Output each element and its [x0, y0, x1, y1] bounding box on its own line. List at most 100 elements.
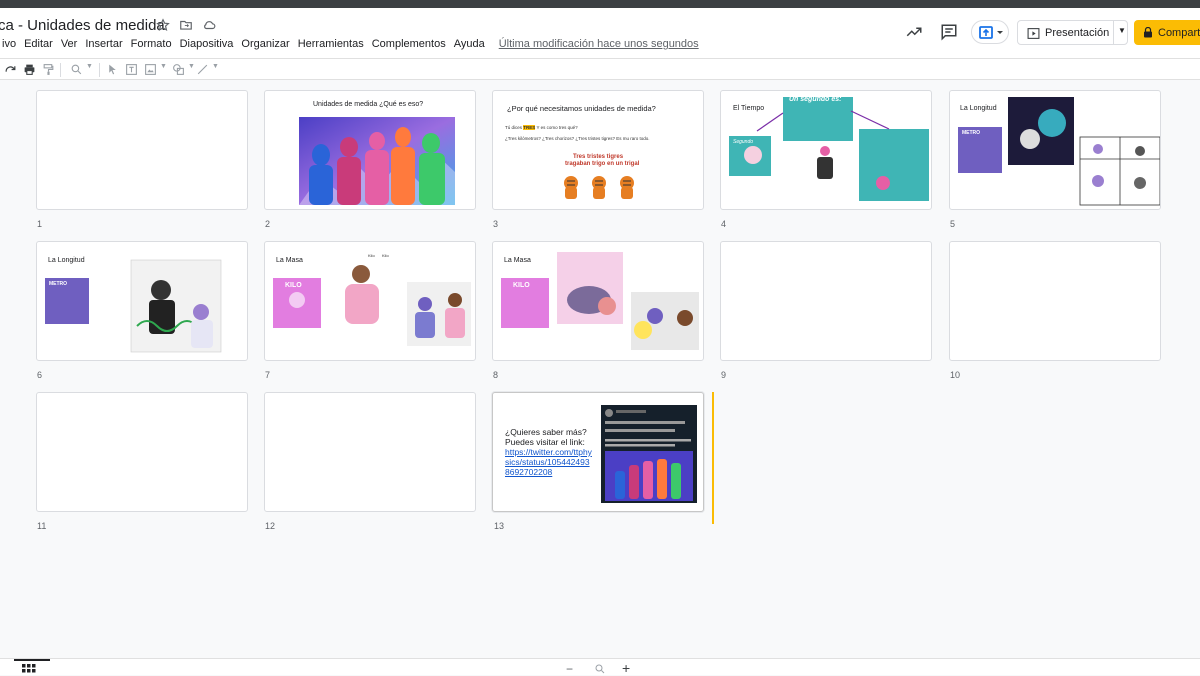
slide-3-line-2: ¿Tres kilómetros? ¿Tres chorizos? ¿Tres …	[505, 136, 650, 141]
zoom-search-icon[interactable]	[594, 663, 606, 675]
slide-7-kilo: KILO	[285, 282, 302, 289]
menu-formato[interactable]: Formato	[127, 38, 176, 50]
slide-3-tongue-twister-2: tragaban trigo en un trigal	[565, 161, 640, 167]
present-dropdown-icon[interactable]: ▼	[1118, 26, 1126, 35]
slide-7-label-2: Kilo	[382, 253, 389, 258]
slide-13-link[interactable]: https://twitter.com/ttphysics/status/105…	[505, 447, 593, 477]
slide-number-5: 5	[950, 219, 956, 229]
present-separator	[1113, 21, 1114, 44]
cloud-status-icon[interactable]	[202, 18, 216, 32]
slide-number-7: 7	[265, 370, 271, 380]
image-icon[interactable]	[144, 63, 157, 76]
slide-4-banner: Un segundo es:	[789, 96, 842, 103]
slide-number-11: 11	[37, 521, 47, 531]
share-label: Compart	[1158, 26, 1200, 39]
slide-number-3: 3	[493, 219, 499, 229]
title-icons	[156, 18, 216, 32]
slide-number-2: 2	[265, 219, 271, 229]
menu-organizar[interactable]: Organizar	[237, 38, 293, 50]
move-folder-icon[interactable]	[179, 18, 193, 32]
insertion-cursor	[712, 392, 714, 524]
menu-complementos[interactable]: Complementos	[368, 38, 450, 50]
slide-4-sign: Segundo	[733, 139, 754, 145]
slide-thumb-8[interactable]: La Masa KILO	[492, 241, 704, 361]
slide-number-4: 4	[721, 219, 727, 229]
document-title[interactable]: ca - Unidades de medida	[0, 17, 165, 34]
redo-icon[interactable]	[4, 63, 17, 76]
zoom-dropdown-icon[interactable]: ▼	[86, 63, 99, 76]
bottom-bar: − +	[0, 658, 1200, 676]
slide-number-8: 8	[493, 370, 499, 380]
toolbar-separator	[99, 63, 100, 77]
menu-diapositiva[interactable]: Diapositiva	[176, 38, 238, 50]
slide-3-line-1: Tú dices TRES Y es como tres qué?	[505, 125, 578, 130]
slide-thumb-7[interactable]: La Masa KILO Kilo Kilo	[264, 241, 476, 361]
select-cursor-icon[interactable]	[106, 63, 119, 76]
browser-top-strip	[0, 0, 1200, 8]
slide-number-12: 12	[265, 521, 276, 531]
slide-thumb-10[interactable]	[949, 241, 1161, 361]
slide-5-logo: METRO	[962, 130, 981, 136]
menu-archivo[interactable]: ivo	[0, 38, 20, 50]
new-slide-icon	[979, 26, 1003, 39]
text-box-icon[interactable]	[125, 63, 138, 76]
last-modified-link[interactable]: Última modificación hace unos segundos	[499, 38, 699, 50]
slide-13-visit: Puedes visitar el link:	[505, 437, 585, 447]
slide-number-1: 1	[37, 219, 43, 229]
slide-4-graphics	[729, 97, 929, 201]
print-icon[interactable]	[23, 63, 36, 76]
grid-view-indicator	[14, 659, 50, 661]
slide-thumb-6[interactable]: La Longitud METRO	[36, 241, 248, 361]
slide-thumb-1[interactable]	[36, 90, 248, 210]
toolbar: ▼ ▼ ▼ ▼	[0, 58, 1200, 80]
slide-thumb-13[interactable]: ¿Quieres saber más? Puedes visitar el li…	[492, 392, 704, 512]
line-icon[interactable]	[196, 63, 209, 76]
slide-13-question: ¿Quieres saber más?	[505, 427, 587, 437]
slide-7-label-1: Kilo	[368, 253, 375, 258]
comment-icon[interactable]	[940, 23, 958, 41]
slide-6-logo: METRO	[49, 281, 68, 287]
slide-6-graphics	[45, 259, 222, 353]
grid-view-icon[interactable]	[22, 664, 36, 674]
line-dropdown-icon[interactable]: ▼	[212, 63, 225, 76]
menu-herramientas[interactable]: Herramientas	[294, 38, 368, 50]
slide-thumb-3[interactable]: ¿Por qué necesitamos unidades de medida?…	[492, 90, 704, 210]
slide-3-title: ¿Por qué necesitamos unidades de medida?	[507, 104, 656, 113]
slide-thumb-9[interactable]	[720, 241, 932, 361]
paint-format-icon[interactable]	[42, 63, 55, 76]
menu-editar[interactable]: Editar	[20, 38, 57, 50]
present-icon	[1027, 28, 1040, 39]
slide-thumb-11[interactable]	[36, 392, 248, 512]
slide-7-graphics	[273, 265, 471, 346]
menu-ayuda[interactable]: Ayuda	[450, 38, 489, 50]
slide-13-tweet-image	[601, 405, 697, 503]
slide-8-kilo: KILO	[513, 282, 530, 289]
shape-icon[interactable]	[172, 63, 185, 76]
zoom-icon[interactable]	[70, 63, 83, 76]
slide-3-tongue-twister-1: Tres tristes tigres	[573, 154, 624, 160]
zoom-in-button[interactable]: +	[622, 660, 630, 676]
menu-insertar[interactable]: Insertar	[81, 38, 126, 50]
menu-ver[interactable]: Ver	[57, 38, 82, 50]
new-slide-button[interactable]	[971, 20, 1009, 44]
slide-5-graphics	[958, 97, 1160, 206]
slide-2-image	[299, 117, 455, 205]
slide-thumb-12[interactable]	[264, 392, 476, 512]
share-button[interactable]: Compart	[1134, 20, 1200, 45]
slide-2-title: Unidades de medida ¿Qué es eso?	[313, 101, 424, 108]
slide-number-6: 6	[37, 370, 43, 380]
slide-thumb-2[interactable]: Unidades de medida ¿Qué es eso?	[264, 90, 476, 210]
present-label: Presentación	[1045, 26, 1110, 39]
toolbar-separator	[60, 63, 61, 77]
lock-icon	[1144, 27, 1152, 38]
slide-8-graphics	[501, 252, 699, 350]
slide-thumb-4[interactable]: El Tiempo Un segundo es: Segundo	[720, 90, 932, 210]
present-button[interactable]: Presentación ▼	[1017, 20, 1128, 45]
zoom-out-button[interactable]: −	[566, 662, 573, 676]
star-icon[interactable]	[156, 18, 170, 32]
slide-number-13: 13	[494, 521, 505, 531]
menu-bar: ivo Editar Ver Insertar Formato Diaposit…	[0, 38, 699, 50]
slide-thumb-5[interactable]: La Longitud METRO	[949, 90, 1161, 210]
tiger-image	[564, 176, 634, 199]
activity-trend-icon[interactable]	[905, 23, 923, 41]
